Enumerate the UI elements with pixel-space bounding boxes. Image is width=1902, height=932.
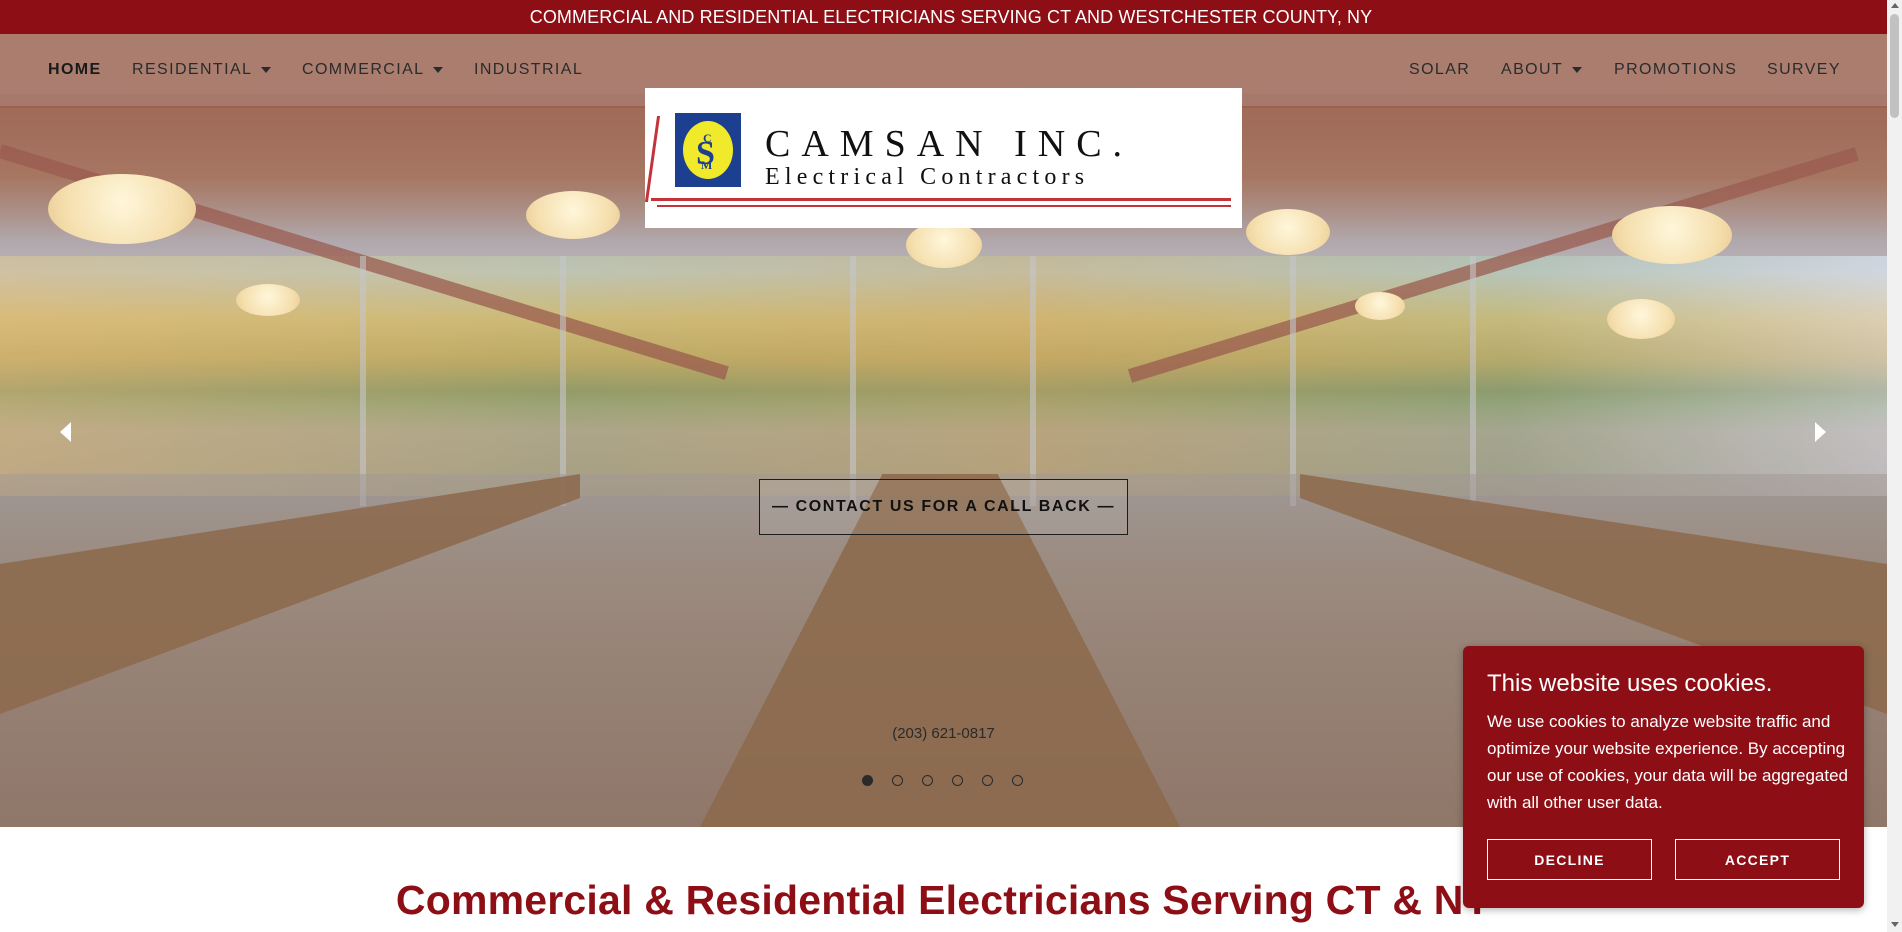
logo-mark-letter: M: [701, 158, 713, 172]
scroll-up-icon[interactable]: [1891, 3, 1899, 8]
caret-down-icon: [433, 67, 444, 73]
nav-commercial[interactable]: COMMERCIAL: [302, 61, 444, 79]
scroll-thumb[interactable]: [1890, 14, 1899, 118]
nav-solar[interactable]: SOLAR: [1409, 61, 1470, 79]
company-logo[interactable]: C S M CAMSAN INC. Electrical Contractors: [644, 88, 1242, 228]
logo-company-name: CAMSAN INC.: [765, 123, 1134, 165]
logo-rule: [651, 198, 1231, 201]
nav-promotions[interactable]: PROMOTIONS: [1614, 61, 1737, 79]
cookie-title: This website uses cookies.: [1487, 670, 1773, 697]
nav-survey[interactable]: SURVEY: [1767, 61, 1841, 79]
logo-mark: C S M: [675, 113, 741, 187]
logo-emblem: C S M: [683, 121, 733, 179]
cookie-decline-label: DECLINE: [1534, 851, 1605, 868]
contact-callback-label: — CONTACT US FOR A CALL BACK —: [771, 498, 1116, 515]
slide-prev-arrow-icon[interactable]: [60, 422, 71, 442]
announcement-text: COMMERCIAL AND RESIDENTIAL ELECTRICIANS …: [529, 7, 1373, 27]
announcement-bar: COMMERCIAL AND RESIDENTIAL ELECTRICIANS …: [0, 0, 1902, 34]
nav-home[interactable]: HOME: [48, 61, 102, 79]
caret-down-icon: [1572, 67, 1583, 73]
nav-industrial[interactable]: INDUSTRIAL: [474, 61, 583, 79]
cookie-accept-button[interactable]: ACCEPT: [1675, 839, 1840, 880]
slide-dot[interactable]: [862, 775, 873, 786]
cookie-decline-button[interactable]: DECLINE: [1487, 839, 1652, 880]
cookie-accept-label: ACCEPT: [1724, 851, 1791, 868]
slide-pagination: [862, 775, 1023, 786]
logo-rule: [644, 116, 661, 202]
slide-dot[interactable]: [892, 775, 903, 786]
slide-dot[interactable]: [922, 775, 933, 786]
cookie-body: We use cookies to analyze website traffi…: [1487, 712, 1849, 812]
logo-tagline: Electrical Contractors: [765, 164, 1090, 190]
cookie-banner: This website uses cookies. We use cookie…: [1463, 646, 1864, 908]
nav-about[interactable]: ABOUT: [1501, 61, 1583, 79]
contact-callback-button[interactable]: — CONTACT US FOR A CALL BACK —: [759, 479, 1128, 535]
nav-residential[interactable]: RESIDENTIAL: [132, 61, 272, 79]
slide-dot[interactable]: [982, 775, 993, 786]
caret-down-icon: [261, 67, 272, 73]
scroll-down-icon[interactable]: [1891, 922, 1899, 927]
logo-rule: [657, 205, 1231, 207]
slide-next-arrow-icon[interactable]: [1815, 422, 1826, 442]
slide-dot[interactable]: [952, 775, 963, 786]
slide-dot[interactable]: [1012, 775, 1023, 786]
page-scrollbar[interactable]: [1887, 0, 1902, 932]
